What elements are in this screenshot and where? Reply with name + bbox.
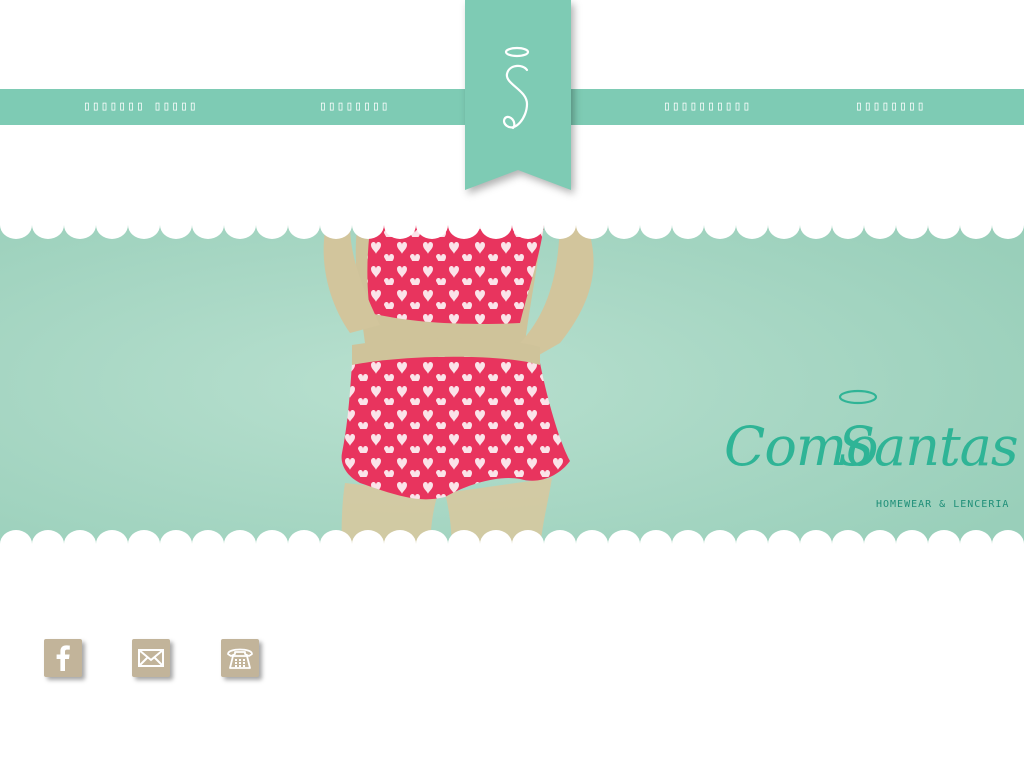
hero-banner: Como Santas HOMEWEAR & LENCERIA [0, 213, 1024, 555]
ribbon-logo[interactable]: S [465, 0, 571, 190]
phone-button[interactable] [221, 639, 259, 677]
phone-icon [227, 648, 253, 669]
nav-item-2[interactable]: ▯▯▯▯▯▯▯▯ [319, 89, 390, 125]
logo-word-santas: Santas [838, 415, 1019, 478]
nav-item-3[interactable]: ▯▯▯▯▯▯▯▯▯▯ [663, 89, 751, 125]
top-scallop-edge [0, 213, 1024, 239]
ribbon-shape: S [465, 0, 571, 190]
facebook-button[interactable] [44, 639, 82, 677]
facebook-icon [56, 645, 70, 671]
nav-item-1[interactable]: ▯▯▯▯▯▯▯ ▯▯▯▯▯ [83, 89, 198, 125]
mail-icon [138, 649, 164, 667]
nav-item-4[interactable]: ▯▯▯▯▯▯▯▯ [855, 89, 926, 125]
bottom-scallop-edge [0, 530, 1024, 556]
logo-tagline: HOMEWEAR & LENCERIA [876, 499, 1010, 510]
brand-logo[interactable]: Como Santas HOMEWEAR & LENCERIA [720, 383, 1019, 523]
email-button[interactable] [132, 639, 170, 677]
